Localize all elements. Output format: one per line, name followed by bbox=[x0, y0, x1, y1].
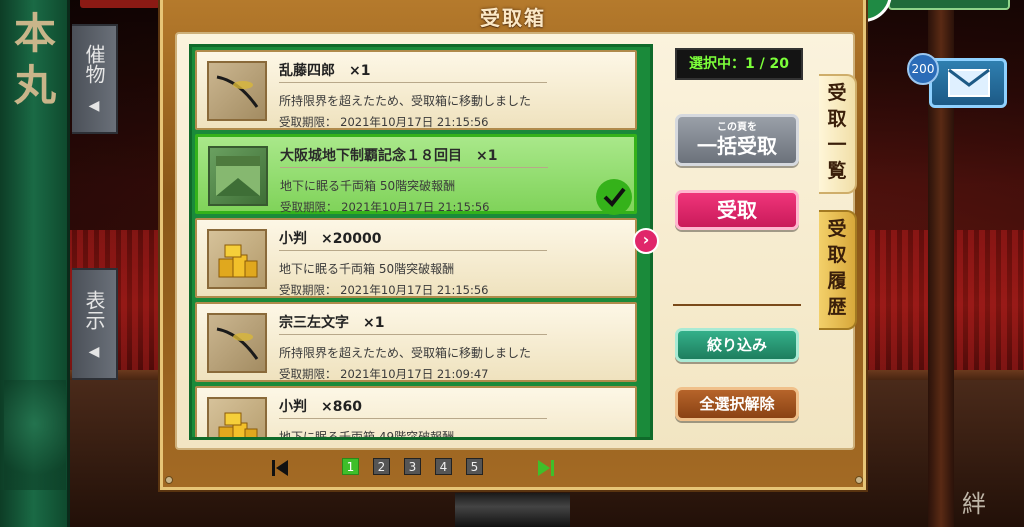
dialog-paper: 乱藤四郎 ×1 所持限界を超えたため、受取箱に移動しました 受取期限： 2021… bbox=[175, 32, 857, 450]
page-3[interactable]: 3 bbox=[404, 458, 421, 475]
sword-icon bbox=[207, 313, 267, 373]
divider bbox=[279, 82, 547, 83]
top-badge bbox=[80, 0, 160, 8]
deselect-all-button[interactable]: 全選択解除 bbox=[675, 387, 799, 421]
item-deadline: 受取期限： 2021年10月17日 21:15:56 bbox=[280, 200, 490, 214]
corner-kanji[interactable]: 絆 bbox=[962, 484, 986, 519]
gold-coins-icon bbox=[207, 229, 267, 289]
tab-char: 取 bbox=[827, 244, 847, 266]
sidebar: 本丸 bbox=[0, 0, 70, 527]
receive-button[interactable]: 受取 bbox=[675, 190, 799, 230]
list-item[interactable]: 大阪城地下制覇記念１８回目 ×1 地下に眠る千両箱 50階突破報酬 受取期限： … bbox=[195, 134, 637, 215]
item-title: 乱藤四郎 ×1 bbox=[279, 63, 371, 79]
page-4[interactable]: 4 bbox=[435, 458, 452, 475]
tab-char: 受 bbox=[827, 82, 847, 104]
item-description: 地下に眠る千両箱 49階突破報酬 bbox=[279, 430, 455, 440]
mail-button[interactable] bbox=[929, 58, 1007, 108]
item-title: 小判 ×860 bbox=[279, 399, 362, 415]
page-2[interactable]: 2 bbox=[373, 458, 390, 475]
tab-char: 履 bbox=[827, 270, 847, 292]
bulk-receive-caption: この頁を bbox=[717, 122, 757, 133]
item-deadline: 受取期限： 2021年10月17日 21:15:56 bbox=[279, 115, 489, 129]
sidebar-tab-display-label: 表示 bbox=[82, 290, 106, 330]
item-title: 大阪城地下制覇記念１８回目 ×1 bbox=[280, 148, 498, 164]
bulk-receive-label: 一括受取 bbox=[697, 134, 777, 158]
item-description: 所持限界を超えたため、受取箱に移動しました bbox=[279, 94, 532, 108]
envelope-icon bbox=[948, 68, 990, 97]
chevron-left-icon: ◀ bbox=[88, 98, 100, 114]
sidebar-tab-display[interactable]: 表示 ◀ bbox=[72, 268, 118, 380]
tab-char: 覧 bbox=[827, 160, 847, 182]
item-description: 地下に眠る千両箱 50階突破報酬 bbox=[280, 179, 456, 193]
chevron-right-icon[interactable]: › bbox=[633, 228, 659, 254]
castle-emblem-icon bbox=[4, 380, 66, 490]
last-page-icon[interactable] bbox=[536, 458, 556, 478]
gold-coins-icon bbox=[207, 397, 267, 437]
corner-rivet bbox=[165, 476, 173, 484]
divider bbox=[279, 334, 547, 335]
filter-button[interactable]: 絞り込み bbox=[675, 328, 799, 362]
dialog-title: 受取箱 bbox=[480, 6, 546, 30]
page-5[interactable]: 5 bbox=[466, 458, 483, 475]
divider bbox=[279, 418, 547, 419]
tab-char: 歴 bbox=[827, 296, 847, 318]
corner-rivet bbox=[855, 476, 863, 484]
list-item[interactable]: 乱藤四郎 ×1 所持限界を超えたため、受取箱に移動しました 受取期限： 2021… bbox=[195, 50, 637, 130]
item-description: 所持限界を超えたため、受取箱に移動しました bbox=[279, 346, 532, 360]
divider bbox=[280, 167, 548, 168]
sidebar-tab-events-label: 催物 bbox=[82, 44, 106, 84]
first-page-icon[interactable] bbox=[270, 458, 290, 478]
tab-char: 受 bbox=[827, 218, 847, 240]
controls-divider bbox=[673, 304, 801, 306]
tab-char: 取 bbox=[827, 108, 847, 130]
sidebar-tab-events[interactable]: 催物 ◀ bbox=[72, 24, 118, 134]
item-description: 地下に眠る千両箱 50階突破報酬 bbox=[279, 262, 455, 276]
top-menu-button[interactable] bbox=[888, 0, 1010, 10]
chevron-left-icon: ◀ bbox=[88, 344, 100, 360]
item-deadline: 受取期限： 2021年10月17日 21:15:56 bbox=[279, 283, 489, 297]
pagination: 1 2 3 4 5 bbox=[270, 456, 560, 478]
landscape-icon bbox=[208, 146, 268, 206]
checkmark-icon bbox=[596, 179, 632, 215]
item-deadline: 受取期限： 2021年10月17日 21:09:47 bbox=[279, 367, 489, 381]
list-item[interactable]: 宗三左文字 ×1 所持限界を超えたため、受取箱に移動しました 受取期限： 202… bbox=[195, 302, 637, 382]
list-item[interactable]: 小判 ×20000 地下に眠る千両箱 50階突破報酬 受取期限： 2021年10… bbox=[195, 218, 637, 298]
item-title: 小判 ×20000 bbox=[279, 231, 382, 247]
bulk-receive-button[interactable]: この頁を 一括受取 bbox=[675, 114, 799, 166]
divider bbox=[279, 250, 547, 251]
sword-icon bbox=[207, 61, 267, 121]
item-title: 宗三左文字 ×1 bbox=[279, 315, 385, 331]
mail-count-badge: 200 bbox=[907, 53, 939, 85]
item-list: 乱藤四郎 ×1 所持限界を超えたため、受取箱に移動しました 受取期限： 2021… bbox=[189, 44, 653, 440]
background-strip bbox=[455, 493, 570, 527]
sidebar-title: 本丸 bbox=[13, 9, 56, 110]
tab-receive-history[interactable]: 受 取 履 歴 bbox=[819, 210, 857, 330]
page-1[interactable]: 1 bbox=[342, 458, 359, 475]
list-item[interactable]: 小判 ×860 地下に眠る千両箱 49階突破報酬 bbox=[195, 386, 637, 440]
inbox-dialog: 受取箱 乱藤四郎 ×1 所持限界を超えたため、受取箱に移動しました 受取期限： … bbox=[160, 0, 866, 490]
tab-receive-list[interactable]: 受 取 一 覧 bbox=[819, 74, 857, 194]
tab-char: 一 bbox=[827, 134, 847, 156]
selection-counter: 選択中：1 / 20 bbox=[675, 48, 803, 80]
